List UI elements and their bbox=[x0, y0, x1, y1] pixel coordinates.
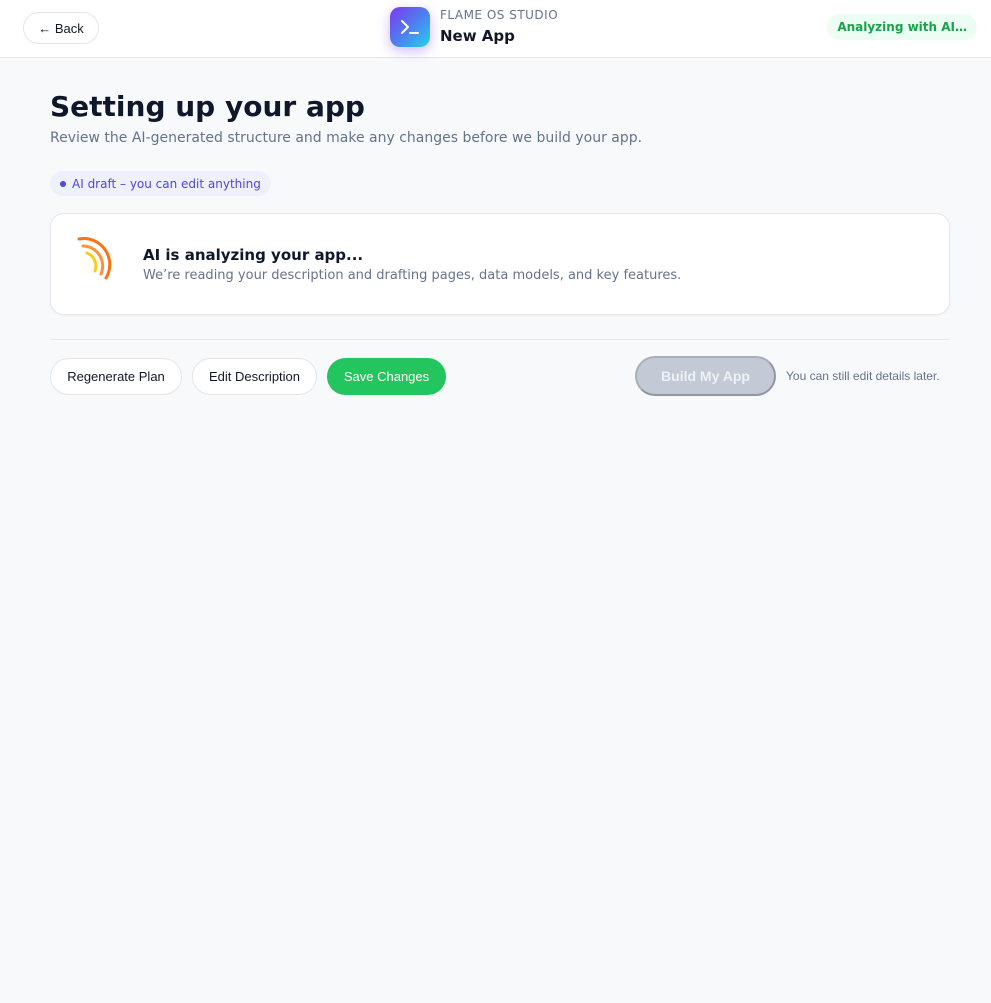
analysis-card: AI is analyzing your app... We’re readin… bbox=[50, 213, 950, 315]
analysis-title: AI is analyzing your app... bbox=[143, 246, 364, 264]
brand-eyebrow: FLAME OS STUDIO bbox=[440, 8, 559, 22]
draft-badge-label: AI draft – you can edit anything bbox=[72, 176, 261, 191]
page-title: Setting up your app bbox=[50, 90, 365, 123]
regenerate-plan-button[interactable]: Regenerate Plan bbox=[50, 358, 182, 395]
terminal-prompt-icon bbox=[390, 7, 430, 47]
back-button[interactable]: ← Back bbox=[23, 12, 99, 44]
brand: FLAME OS STUDIO New App bbox=[390, 7, 558, 47]
edit-description-button[interactable]: Edit Description bbox=[192, 358, 317, 395]
build-hint: You can still edit details later. bbox=[786, 369, 940, 383]
analysis-description: We’re reading your description and draft… bbox=[143, 268, 682, 283]
top-bar: ← Back FLAME OS STUDIO New App Analyzing… bbox=[0, 0, 991, 58]
draft-badge: AI draft – you can edit anything bbox=[50, 171, 271, 196]
build-app-button[interactable]: Build My App bbox=[635, 356, 776, 396]
divider bbox=[50, 339, 950, 340]
app-name: New App bbox=[440, 27, 515, 45]
loading-arcs-icon bbox=[77, 237, 112, 280]
page-subtitle: Review the AI-generated structure and ma… bbox=[50, 130, 643, 146]
status-badge: Analyzing with AI… bbox=[827, 14, 977, 40]
save-changes-button[interactable]: Save Changes bbox=[327, 358, 446, 395]
dot-icon bbox=[60, 180, 66, 187]
